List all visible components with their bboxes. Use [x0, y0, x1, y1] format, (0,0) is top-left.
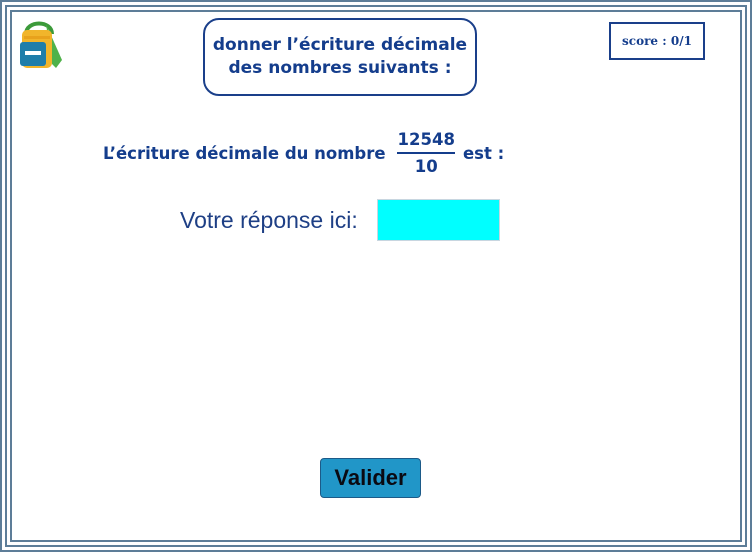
schoolbag-icon: [20, 21, 62, 68]
question-suffix: est :: [462, 143, 505, 163]
question-statement: L’écriture décimale du nombre 12548 10 e…: [103, 128, 504, 178]
instruction-line-1: donner l’écriture décimale: [212, 35, 468, 55]
validate-button[interactable]: Valider: [320, 458, 421, 498]
fraction-numerator: 12548: [397, 130, 455, 149]
question-prefix: L’écriture décimale du nombre: [103, 143, 386, 163]
score-badge: score : 0/1: [609, 22, 705, 60]
answer-input[interactable]: [377, 199, 500, 241]
instruction-line-2: des nombres suivants :: [228, 58, 452, 78]
answer-label: Votre réponse ici:: [180, 207, 358, 233]
fraction: 12548 10: [396, 130, 457, 176]
instruction-banner: donner l’écriture décimale des nombres s…: [203, 18, 477, 96]
fraction-denominator: 10: [414, 157, 438, 176]
